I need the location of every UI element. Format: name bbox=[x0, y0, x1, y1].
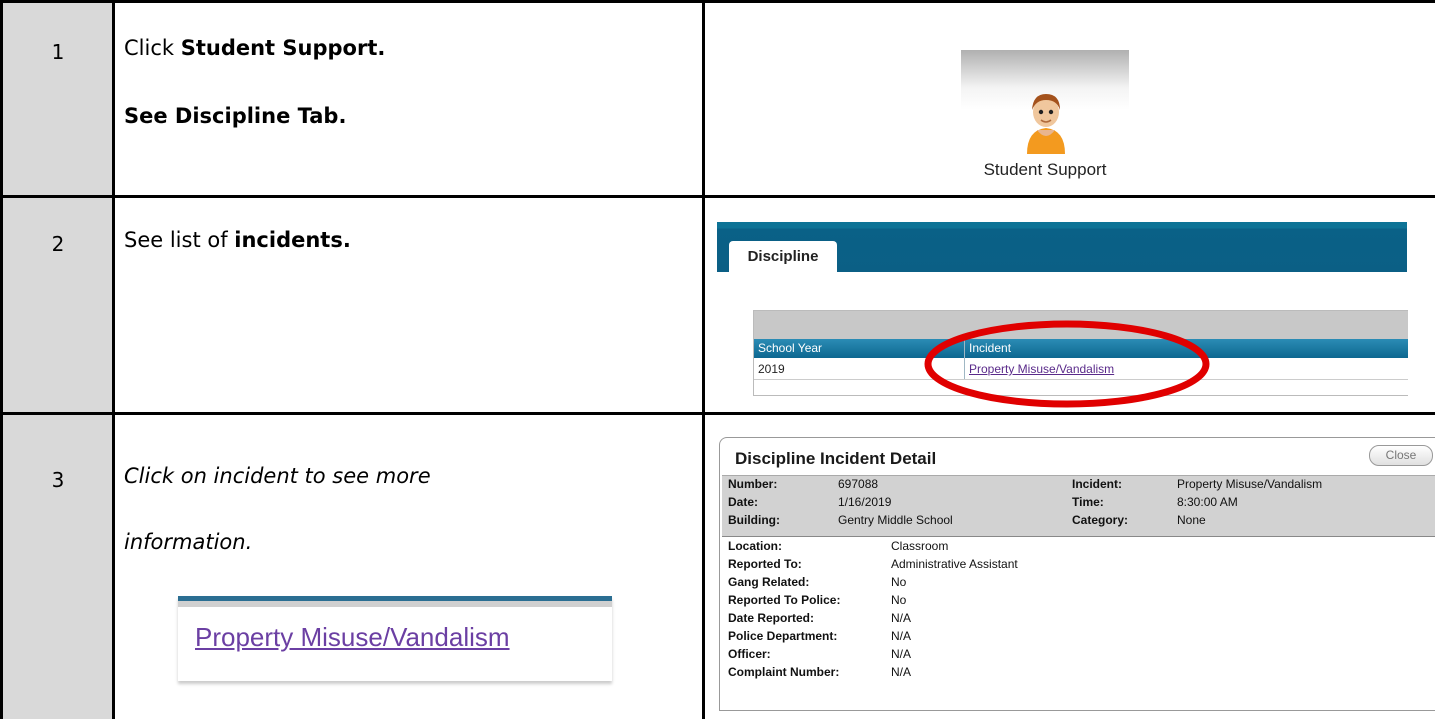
field-label: Date Reported: bbox=[728, 611, 815, 625]
field-label: Category: bbox=[1072, 513, 1129, 527]
close-button[interactable]: Close bbox=[1369, 445, 1433, 466]
incident-link-preview: Property Misuse/Vandalism bbox=[178, 596, 612, 681]
table-border-left bbox=[0, 0, 3, 719]
table-border-top bbox=[0, 0, 1435, 3]
student-support-button[interactable]: Student Support bbox=[961, 50, 1129, 185]
step-instruction: See list of incidents. bbox=[124, 228, 351, 253]
field-label: Complaint Number: bbox=[728, 665, 840, 679]
field-value: Administrative Assistant bbox=[891, 557, 1018, 571]
incident-link[interactable]: Property Misuse/Vandalism bbox=[195, 622, 510, 653]
instruction-text: Click bbox=[124, 36, 181, 60]
field-value: Classroom bbox=[891, 539, 949, 553]
field-value: N/A bbox=[891, 611, 912, 625]
field-value: Property Misuse/Vandalism bbox=[1177, 477, 1323, 491]
row-divider bbox=[0, 412, 1435, 415]
field-label: Time: bbox=[1072, 495, 1104, 509]
field-label: Date: bbox=[728, 495, 759, 509]
field-value: None bbox=[1177, 513, 1206, 527]
step-number: 2 bbox=[51, 232, 65, 256]
field-label: Building: bbox=[728, 513, 780, 527]
field-label: Police Department: bbox=[728, 629, 838, 643]
field-value: N/A bbox=[891, 629, 912, 643]
column-divider bbox=[112, 0, 115, 719]
step-instruction: Click Student Support. bbox=[124, 36, 385, 61]
instruction-emphasis: incidents. bbox=[234, 228, 351, 252]
highlight-ellipse bbox=[924, 320, 1210, 408]
column-header-school-year[interactable]: School Year bbox=[758, 339, 822, 358]
field-label: Number: bbox=[728, 477, 778, 491]
field-value: No bbox=[891, 575, 907, 589]
step-number: 1 bbox=[51, 40, 65, 64]
field-value: No bbox=[891, 593, 907, 607]
instruction-text: See list of bbox=[124, 228, 235, 252]
field-label: Officer: bbox=[728, 647, 771, 661]
field-value: N/A bbox=[891, 665, 912, 679]
step-number: 3 bbox=[51, 468, 65, 492]
field-value: N/A bbox=[891, 647, 912, 661]
field-value: 1/16/2019 bbox=[838, 495, 892, 509]
row-divider bbox=[0, 195, 1435, 198]
tab-bar: Discipline bbox=[717, 222, 1407, 272]
dialog-title: Discipline Incident Detail bbox=[735, 449, 937, 468]
field-label: Reported To Police: bbox=[728, 593, 841, 607]
field-label: Location: bbox=[728, 539, 782, 553]
student-avatar-icon bbox=[1027, 94, 1065, 154]
field-label: Reported To: bbox=[728, 557, 802, 571]
detail-summary: Number: 697088 Date: 1/16/2019 Building:… bbox=[722, 475, 1435, 537]
tab-discipline[interactable]: Discipline bbox=[729, 241, 837, 272]
field-value: 8:30:00 AM bbox=[1177, 495, 1238, 509]
instruction-table: 1 Click Student Support. See Discipline … bbox=[0, 0, 1435, 719]
instruction-emphasis: See Discipline Tab. bbox=[124, 104, 347, 128]
school-year-cell: 2019 bbox=[758, 362, 785, 376]
instruction-emphasis: Student Support. bbox=[180, 36, 386, 60]
incident-detail-dialog: Discipline Incident Detail Close Number:… bbox=[719, 437, 1435, 711]
preview-bar bbox=[178, 601, 612, 607]
step-instruction: information. bbox=[124, 530, 253, 554]
field-value: 697088 bbox=[838, 477, 879, 491]
step-instruction: See Discipline Tab. bbox=[124, 104, 346, 129]
step-instruction: Click on incident to see more bbox=[124, 464, 431, 488]
student-support-label: Student Support bbox=[983, 160, 1107, 179]
column-divider bbox=[702, 0, 705, 719]
field-label: Gang Related: bbox=[728, 575, 810, 589]
field-value: Gentry Middle School bbox=[838, 513, 953, 527]
field-label: Incident: bbox=[1072, 477, 1122, 491]
step-number-column bbox=[3, 3, 113, 719]
